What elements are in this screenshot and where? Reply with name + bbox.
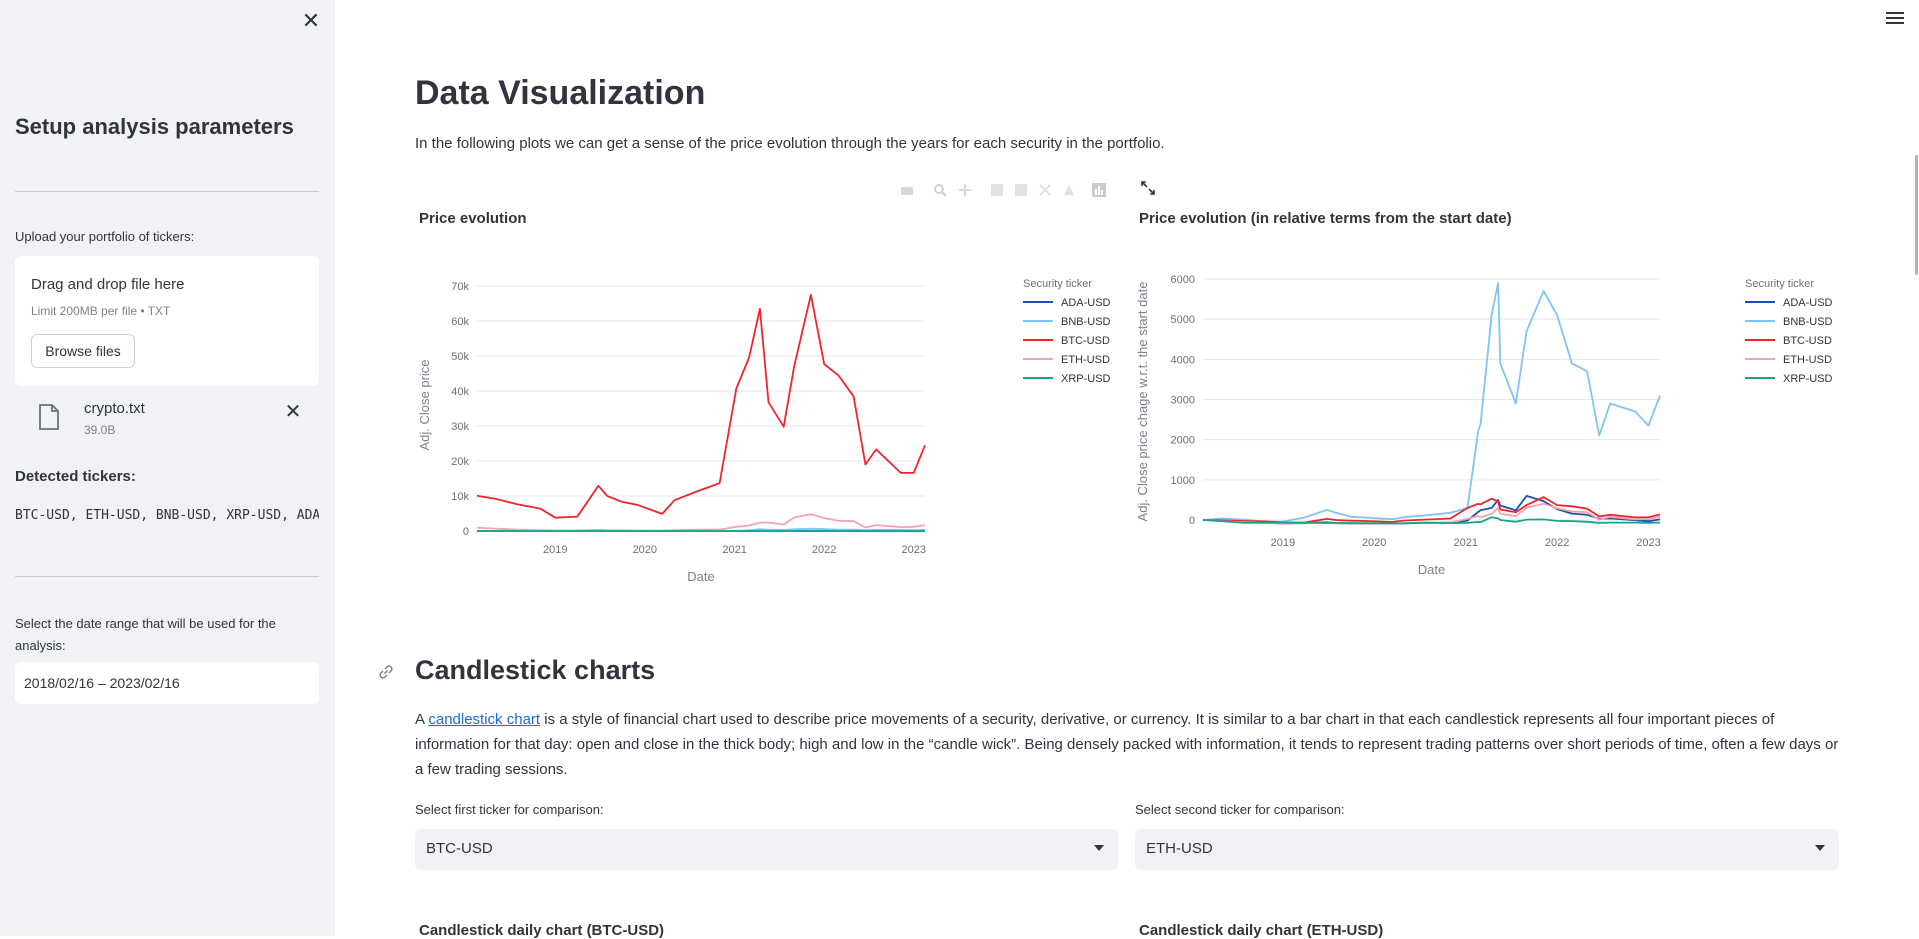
camera-icon[interactable] [900,183,914,197]
candlestick-description: A candlestick chart is a style of financ… [415,707,1840,782]
legend-item: BTC-USD [1061,335,1110,347]
autoscale-icon[interactable] [1038,183,1052,197]
close-icon[interactable]: ✕ [300,10,322,32]
relative-price-chart[interactable]: 0 1000 2000 3000 4000 5000 6000 2019 2020 2021 202… [1135,240,1855,610]
candlestick-section-title: Candlestick charts [415,655,656,685]
chevron-down-icon [1815,845,1825,851]
x-tick-label: 2021 [722,544,746,556]
y-tick-label: 70k [451,281,469,293]
first-ticker-select[interactable]: BTC-USD [415,829,1118,870]
x-axis-title: Date [1418,562,1445,577]
legend-item: ETH-USD [1061,354,1110,366]
y-tick-label: 5000 [1171,314,1195,326]
legend-item: BNB-USD [1061,316,1111,328]
second-ticker-label: Select second ticker for comparison: [1135,802,1345,817]
para-text: is a style of financial chart used to de… [415,711,1839,778]
plotly-logo-icon[interactable] [1092,183,1106,197]
upload-label: Upload your portfolio of tickers: [15,229,195,244]
second-ticker-select[interactable]: ETH-USD [1135,829,1839,870]
legend-item: XRP-USD [1061,373,1111,385]
dropzone-title: Drag and drop file here [31,276,185,293]
legend-item: ADA-USD [1061,297,1111,309]
divider [15,576,319,577]
reset-axes-icon[interactable] [1062,183,1076,197]
x-tick-label: 2020 [1362,537,1386,549]
y-tick-label: 20k [451,456,469,468]
fullscreen-expand-icon[interactable] [1140,180,1156,196]
date-range-input[interactable] [15,662,319,704]
pan-icon[interactable] [958,183,972,197]
y-tick-label: 50k [451,351,469,363]
sidebar: ✕ Setup analysis parameters Upload your … [0,0,335,936]
x-tick-label: 2021 [1454,537,1478,549]
dropzone-subtitle: Limit 200MB per file • TXT [31,304,171,318]
y-axis-title: Adj. Close price chage w.r.t. the start … [1135,282,1150,522]
first-ticker-label: Select first ticker for comparison: [415,802,604,817]
detected-tickers-code: BTC-USD, ETH-USD, BNB-USD, XRP-USD, ADA-… [15,508,319,523]
x-tick-label: 2023 [1636,537,1660,549]
y-tick-label: 40k [451,386,469,398]
series-line-eth-usd [1202,502,1661,525]
legend-item: ADA-USD [1783,297,1833,309]
uploaded-file-name: crypto.txt [84,400,145,417]
y-axis-title: Adj. Close price [417,359,432,450]
y-tick-label: 0 [463,526,469,538]
first-ticker-value: BTC-USD [426,840,493,857]
x-tick-label: 2019 [1271,537,1295,549]
y-tick-label: 0 [1189,515,1195,527]
chart-title-price: Price evolution [419,210,527,227]
divider [15,191,319,192]
x-tick-label: 2023 [901,544,925,556]
file-icon [39,404,59,430]
anchor-link-icon[interactable] [377,663,395,681]
zoom-out-icon[interactable] [1014,183,1028,197]
candlestick-chart-title-first: Candlestick daily chart (BTC-USD) [419,922,665,939]
legend-item: BNB-USD [1783,316,1833,328]
x-tick-label: 2020 [633,544,657,556]
legend-item: XRP-USD [1783,373,1833,385]
second-ticker-value: ETH-USD [1146,840,1213,857]
price-evolution-chart[interactable]: 0 10k 20k 30k 40k 50k 60k 70k 2019 2020 2021 2022 20… [415,240,1115,610]
candlestick-chart-title-second: Candlestick daily chart (ETH-USD) [1139,922,1384,939]
delete-file-icon[interactable]: ✕ [284,399,302,424]
zoom-icon[interactable] [933,183,947,197]
legend-item: ETH-USD [1783,354,1832,366]
legend-title: Security ticker [1745,278,1814,290]
legend-item: BTC-USD [1783,335,1832,347]
page-title: Data Visualization [415,74,706,112]
uploaded-file-size: 39.0B [84,423,116,437]
y-tick-label: 1000 [1171,475,1195,487]
series-line-btc-usd [476,293,926,519]
hamburger-menu-icon[interactable] [1886,12,1904,28]
para-prefix: A [415,711,429,728]
zoom-in-icon[interactable] [990,183,1004,197]
scrollbar[interactable] [1915,155,1918,275]
chevron-down-icon [1094,845,1104,851]
browse-files-button[interactable]: Browse files [31,334,135,368]
chart-title-relative: Price evolution (in relative terms from … [1139,210,1512,227]
candlestick-chart-link[interactable]: candlestick chart [428,711,540,728]
legend-title: Security ticker [1023,278,1092,290]
x-axis-title: Date [687,569,714,584]
y-tick-label: 60k [451,316,469,328]
file-dropzone[interactable]: Drag and drop file here Limit 200MB per … [15,256,319,386]
intro-text: In the following plots we can get a sens… [415,135,1165,152]
series-line-eth-usd [476,513,926,532]
y-tick-label: 4000 [1171,354,1195,366]
x-tick-label: 2019 [543,544,567,556]
y-tick-label: 3000 [1171,394,1195,406]
series-line-btc-usd [1202,496,1661,524]
y-tick-label: 2000 [1171,435,1195,447]
x-tick-label: 2022 [812,544,836,556]
y-tick-label: 10k [451,491,469,503]
y-tick-label: 30k [451,421,469,433]
x-tick-label: 2022 [1545,537,1569,549]
y-tick-label: 6000 [1171,274,1195,286]
date-range-label: Select the date range that will be used … [15,616,276,653]
sidebar-title: Setup analysis parameters [15,114,294,139]
detected-tickers-label: Detected tickers: [15,468,136,485]
